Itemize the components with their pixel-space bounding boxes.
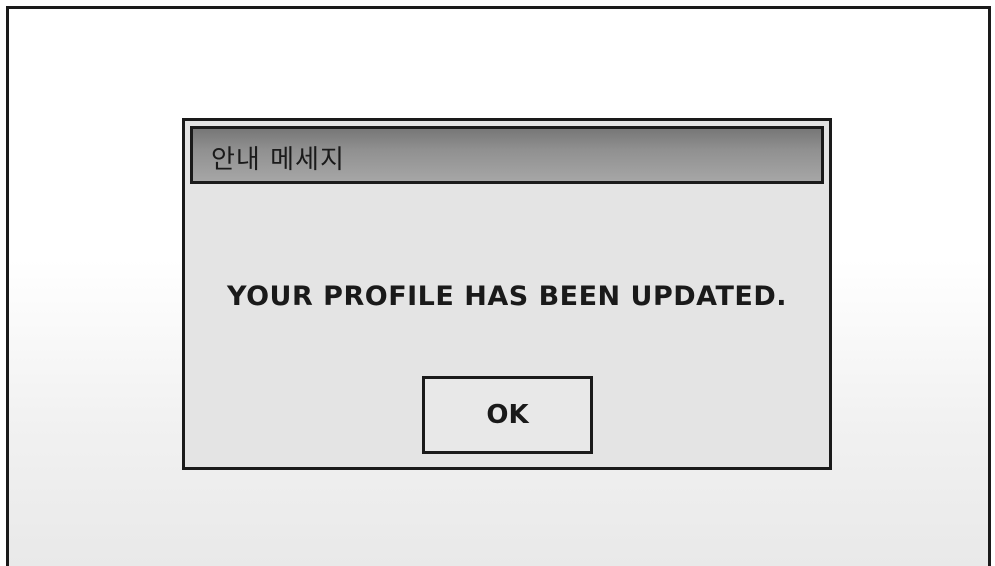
dialog-titlebar: 안내 메세지 — [190, 126, 824, 184]
alert-dialog: 안내 메세지 YOUR PROFILE HAS BEEN UPDATED. OK — [182, 118, 832, 470]
dialog-message: YOUR PROFILE HAS BEEN UPDATED. — [227, 281, 787, 312]
comic-panel: 안내 메세지 YOUR PROFILE HAS BEEN UPDATED. OK — [6, 6, 991, 566]
dialog-title: 안내 메세지 — [211, 145, 345, 175]
ok-button[interactable]: OK — [422, 376, 593, 454]
